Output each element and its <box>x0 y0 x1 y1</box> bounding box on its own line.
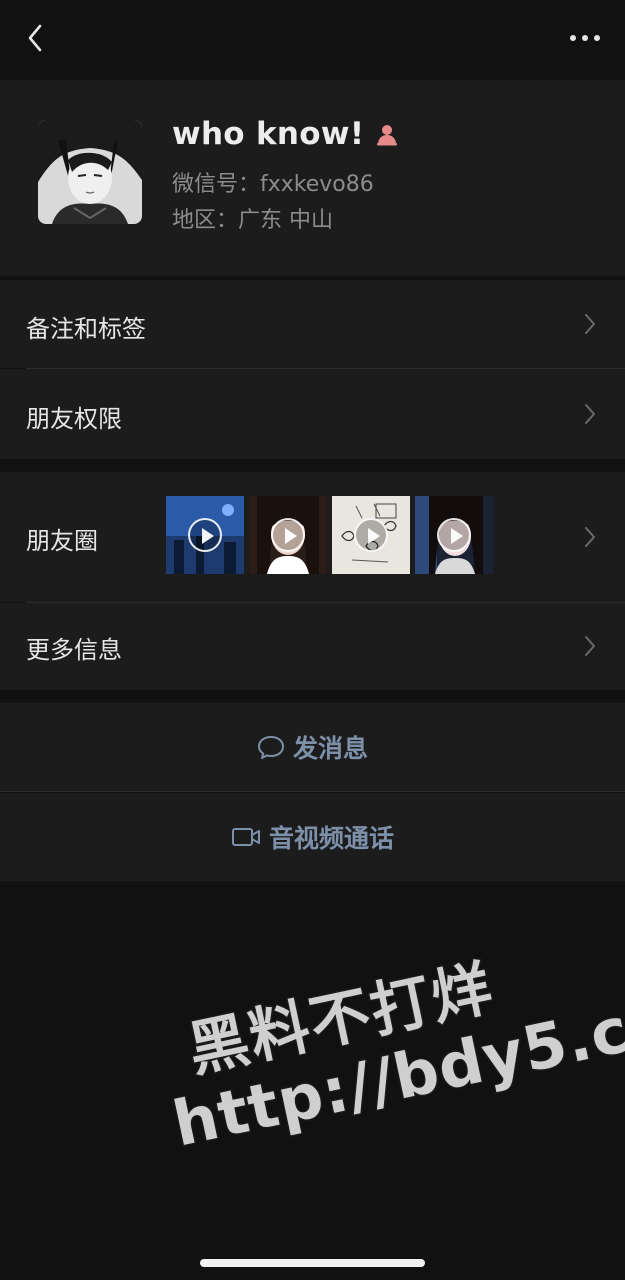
video-call-button[interactable]: 音视频通话 <box>0 793 625 881</box>
wechat-id: 微信号：fxxkevo86 <box>172 172 374 197</box>
nav-bar <box>0 0 625 80</box>
play-icon <box>354 518 388 552</box>
moments-thumbnail <box>415 496 493 574</box>
chevron-right-icon <box>585 527 595 547</box>
video-camera-icon <box>231 828 260 846</box>
play-icon <box>271 518 305 552</box>
avatar[interactable] <box>38 120 142 224</box>
female-icon <box>377 125 398 146</box>
name-row: who know! <box>172 114 400 154</box>
more-info-cell[interactable]: 更多信息 <box>0 603 625 690</box>
play-icon <box>188 518 222 552</box>
profile-name: who know! <box>172 116 365 152</box>
back-button[interactable] <box>18 18 58 58</box>
divider <box>0 791 625 792</box>
moments-thumbnail <box>332 496 410 574</box>
video-call-label: 音视频通话 <box>268 824 394 853</box>
more-options-button[interactable] <box>565 22 605 54</box>
moments-label: 朋友圈 <box>26 527 98 555</box>
chevron-right-icon <box>585 314 595 334</box>
friend-permissions-label: 朋友权限 <box>26 405 122 433</box>
send-message-button[interactable]: 发消息 <box>0 703 625 791</box>
remark-tags-cell[interactable]: 备注和标签 <box>0 280 625 368</box>
play-icon <box>437 518 471 552</box>
chevron-left-icon <box>28 24 42 52</box>
send-message-label: 发消息 <box>292 734 368 763</box>
remark-tags-label: 备注和标签 <box>26 315 146 343</box>
moments-cell[interactable]: 朋友圈 <box>0 472 625 602</box>
home-indicator[interactable] <box>200 1259 425 1267</box>
moments-thumbnail <box>166 496 244 574</box>
moments-thumbnails <box>166 496 493 574</box>
chat-bubble-icon <box>257 736 284 759</box>
chevron-right-icon <box>585 636 595 656</box>
moments-thumbnail <box>249 496 327 574</box>
more-dots-icon <box>570 35 600 41</box>
friend-permissions-cell[interactable]: 朋友权限 <box>0 369 625 459</box>
profile-header: who know! 微信号：fxxkevo86 地区：广东 中山 <box>0 80 625 276</box>
avatar-image <box>38 120 142 224</box>
chevron-right-icon <box>585 404 595 424</box>
region: 地区：广东 中山 <box>172 208 333 233</box>
watermark: 黑料不打烊 http://bdy5.co <box>150 905 625 1163</box>
more-info-label: 更多信息 <box>26 636 122 664</box>
